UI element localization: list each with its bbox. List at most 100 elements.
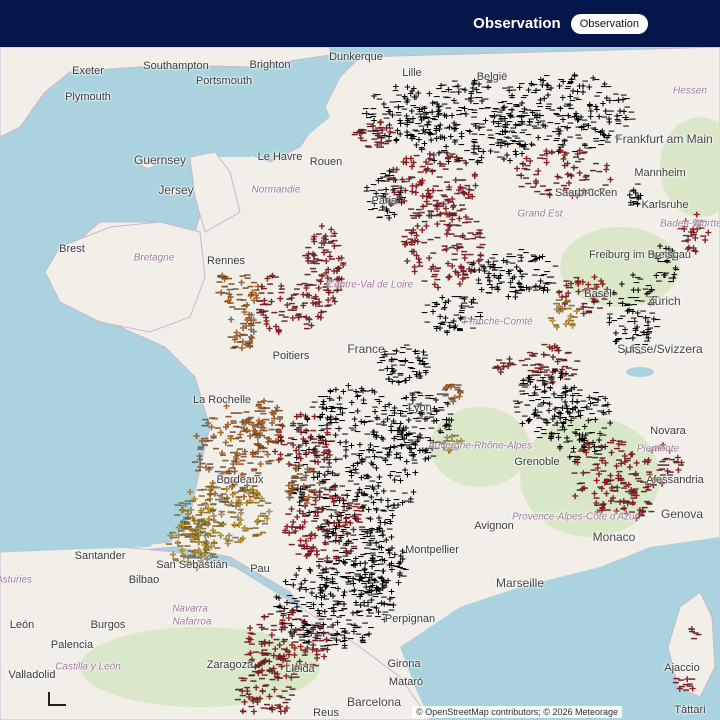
lightning-strike-marker: − <box>519 160 527 170</box>
label-burgos: Burgos <box>91 619 126 631</box>
lightning-strike-marker: + <box>416 369 424 379</box>
lightning-strike-marker: − <box>384 212 392 222</box>
lightning-strike-marker: − <box>252 524 260 534</box>
lightning-strike-marker: − <box>325 506 333 516</box>
label-frankfurt: Frankfurt am Main <box>615 132 712 146</box>
lightning-strike-marker: − <box>429 115 437 125</box>
lightning-strike-marker: − <box>578 407 586 417</box>
lightning-map[interactable]: − − + + − − − + + + − − − − − − + − − + − + − − + + + − + + + + + + − + − − − −… <box>0 47 720 720</box>
lightning-strike-marker: + <box>562 370 570 380</box>
lightning-strike-marker: + <box>314 312 322 322</box>
lightning-strike-marker: − <box>217 519 225 529</box>
lightning-strike-marker: − <box>339 573 347 583</box>
lightning-strike-marker: + <box>292 571 300 581</box>
lightning-strike-marker: + <box>519 419 527 429</box>
lightning-strike-marker: − <box>428 413 436 423</box>
lightning-strike-marker: + <box>602 459 610 469</box>
label-perpignan: Perpignan <box>385 613 435 625</box>
lightning-strike-marker: + <box>384 497 392 507</box>
lightning-strike-marker: + <box>237 536 245 546</box>
lightning-strike-marker: − <box>551 421 559 431</box>
lightning-strike-marker: − <box>395 468 403 478</box>
lightning-strike-marker: + <box>587 112 595 122</box>
lightning-strike-marker: − <box>309 578 317 588</box>
lightning-strike-marker: − <box>535 124 543 134</box>
lightning-strike-marker: − <box>568 302 576 312</box>
lightning-strike-marker: − <box>211 415 219 425</box>
lightning-strike-marker: − <box>389 487 397 497</box>
lightning-strike-marker: − <box>341 644 349 654</box>
lightning-strike-marker: + <box>289 607 297 617</box>
lightning-strike-marker: − <box>448 243 456 253</box>
lightning-strike-marker: + <box>261 297 269 307</box>
lightning-strike-marker: + <box>484 83 492 93</box>
lightning-strike-marker: − <box>378 366 386 376</box>
lightning-strike-marker: − <box>540 425 548 435</box>
lightning-strike-marker: − <box>265 458 273 468</box>
lightning-strike-marker: + <box>208 484 216 494</box>
lightning-strike-marker: − <box>634 296 642 306</box>
lightning-strike-marker: − <box>632 331 640 341</box>
lightning-strike-marker: + <box>376 473 384 483</box>
lightning-strike-marker: + <box>426 89 434 99</box>
lightning-strike-marker: + <box>249 697 257 707</box>
label-exeter: Exeter <box>72 65 104 77</box>
lightning-strike-marker: − <box>464 95 472 105</box>
lightning-strike-marker: − <box>468 186 476 196</box>
label-asturies: Asturies <box>0 575 32 586</box>
lightning-strike-marker: + <box>608 448 616 458</box>
lightning-strike-marker: + <box>692 234 700 244</box>
lightning-strike-marker: − <box>576 392 584 402</box>
lightning-strike-marker: − <box>605 83 613 93</box>
lightning-strike-marker: + <box>528 80 536 90</box>
label-avignon: Avignon <box>474 520 514 532</box>
lightning-strike-marker: − <box>322 393 330 403</box>
label-brighton: Brighton <box>250 59 291 71</box>
lightning-strike-marker: − <box>373 539 381 549</box>
lightning-strike-marker: − <box>682 232 690 242</box>
lightning-strike-marker: + <box>367 529 375 539</box>
lightning-strike-marker: − <box>576 134 584 144</box>
lightning-strike-marker: − <box>229 509 237 519</box>
lightning-strike-marker: − <box>544 393 552 403</box>
lightning-strike-marker: − <box>260 285 268 295</box>
lightning-strike-marker: − <box>397 378 405 388</box>
lightning-strike-marker: − <box>595 88 603 98</box>
label-zaragoza: Zaragoza <box>207 659 253 671</box>
lightning-strike-marker: − <box>358 530 366 540</box>
lightning-strike-marker: − <box>424 363 432 373</box>
lightning-strike-marker: + <box>678 458 686 468</box>
lightning-strike-marker: + <box>323 257 331 267</box>
lightning-strike-marker: + <box>569 87 577 97</box>
lightning-strike-marker: − <box>478 131 486 141</box>
lightning-strike-marker: − <box>362 491 370 501</box>
lightning-strike-marker: + <box>370 428 378 438</box>
map-attribution[interactable]: © OpenStreetMap contributors; © 2026 Met… <box>412 706 622 718</box>
lightning-strike-marker: + <box>471 172 479 182</box>
lightning-strike-marker: − <box>544 258 552 268</box>
lightning-strike-marker: − <box>225 412 233 422</box>
lightning-strike-marker: − <box>399 426 407 436</box>
scale-bar <box>48 692 66 706</box>
lightning-strike-marker: + <box>210 432 218 442</box>
lightning-strike-marker: − <box>563 102 571 112</box>
lightning-strike-marker: + <box>520 377 528 387</box>
lightning-strike-marker: − <box>413 151 421 161</box>
label-castilla: Castilla y León <box>55 662 121 673</box>
lightning-strike-marker: − <box>341 405 349 415</box>
lightning-strike-marker: − <box>353 459 361 469</box>
lightning-strike-marker: − <box>530 89 538 99</box>
lightning-strike-marker: − <box>399 343 407 353</box>
label-san-sebastian: San Sebastián <box>156 559 228 571</box>
observation-mode-button[interactable]: Observation <box>570 13 648 34</box>
lightning-strike-marker: − <box>525 106 533 116</box>
lightning-strike-marker: − <box>560 148 568 158</box>
label-normandie: Normandie <box>252 185 301 196</box>
lightning-strike-marker: − <box>441 246 449 256</box>
label-paris: Paris <box>371 195 396 207</box>
lightning-strike-marker: + <box>275 328 283 338</box>
lightning-strike-marker: + <box>482 117 490 127</box>
label-dunkerque: Dunkerque <box>329 51 383 63</box>
lightning-strike-marker: + <box>385 451 393 461</box>
lightning-strike-marker: − <box>219 463 227 473</box>
